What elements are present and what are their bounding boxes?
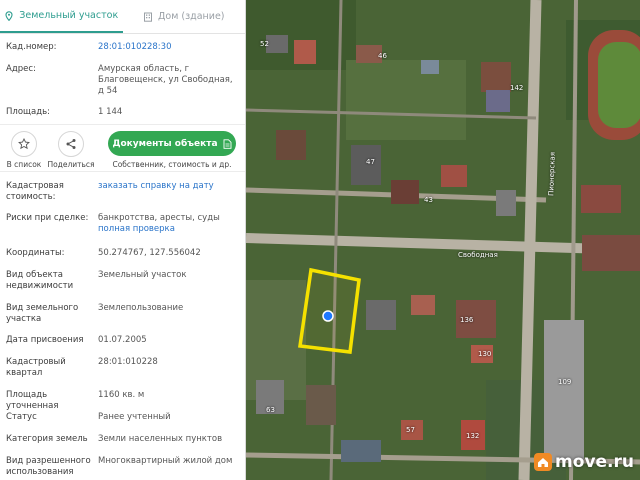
coord-row: Координаты: 50.274767, 127.556042 xyxy=(0,248,245,259)
share-icon xyxy=(66,139,76,149)
quarter-label: Кадастровый квартал xyxy=(6,357,66,378)
date-label: Дата присвоения xyxy=(6,335,84,345)
quarter-row: Кадастровый квартал 28:01:010228 xyxy=(0,357,245,379)
landtype-value: Землепользование xyxy=(98,303,184,313)
risk-label: Риски при сделке: xyxy=(6,213,89,223)
landtype-row: Вид земельного участка Землепользование xyxy=(0,303,245,325)
house-number-label: 52 xyxy=(260,40,269,48)
watermark-text: move.ru xyxy=(555,452,634,472)
risk-value: банкротства, аресты, суды полная проверк… xyxy=(98,213,240,235)
date-value: 01.07.2005 xyxy=(98,335,147,345)
share-button[interactable] xyxy=(58,131,84,157)
type-row: Вид объекта недвижимости Земельный участ… xyxy=(0,270,245,292)
quarter-value: 28:01:010228 xyxy=(98,357,158,367)
object-panel: Земельный участок Дом (здание) Кад.номер… xyxy=(0,0,246,480)
precise-area-value: 1160 кв. м xyxy=(98,390,145,400)
house-number-label: 136 xyxy=(460,316,474,324)
area-value: 1 144 xyxy=(98,107,123,117)
full-check-link[interactable]: полная проверка xyxy=(98,224,240,235)
category-row: Категория земель Земли населенных пункто… xyxy=(0,434,245,445)
category-label: Категория земель xyxy=(6,434,88,444)
tab-building[interactable]: Дом (здание) xyxy=(123,0,246,33)
kad-label: Кад.номер: xyxy=(6,42,57,52)
status-row: Статус Ранее учтенный xyxy=(0,412,245,423)
precise-area-label: Площадь уточненная xyxy=(6,390,59,411)
tab-land[interactable]: Земельный участок xyxy=(0,0,123,33)
usage-value: Многоквартирный жилой дом xyxy=(98,456,233,466)
precise-area-row: Площадь уточненная 1160 кв. м xyxy=(0,390,245,412)
house-number-label: 132 xyxy=(466,432,480,440)
documents-button[interactable]: Документы объекта xyxy=(108,131,236,156)
documents-button-label: Документы объекта xyxy=(112,138,218,149)
landtype-label: Вид земельного участка xyxy=(6,303,79,324)
usage-row: Вид разрешенного использования Многоквар… xyxy=(0,456,245,478)
kad-number-link[interactable]: 28:01:010228:30 xyxy=(98,42,240,53)
favorite-button[interactable] xyxy=(11,131,37,157)
tab-land-label: Земельный участок xyxy=(19,10,119,21)
cost-label: Кадастровая стоимость: xyxy=(6,181,64,202)
parcel-marker xyxy=(322,310,334,322)
type-value: Земельный участок xyxy=(98,270,187,280)
type-label: Вид объекта недвижимости xyxy=(6,270,74,291)
tab-building-label: Дом (здание) xyxy=(157,11,225,22)
map-pin-icon xyxy=(5,10,13,21)
action-strip: В список Поделиться Документы объекта Со… xyxy=(0,124,245,172)
house-number-label: 47 xyxy=(366,158,375,166)
building-icon xyxy=(143,12,152,22)
kad-row: Кад.номер: 28:01:010228:30 xyxy=(0,42,245,53)
risk-text: банкротства, аресты, суды xyxy=(98,213,220,223)
date-row: Дата присвоения 01.07.2005 xyxy=(0,335,245,346)
share-label: Поделиться xyxy=(47,160,95,169)
street-label-svobodnaya: Свободная xyxy=(458,251,498,259)
house-number-label: 46 xyxy=(378,52,387,60)
order-report-link[interactable]: заказать справку на дату xyxy=(98,181,240,203)
star-icon xyxy=(18,138,30,150)
area-label: Площадь: xyxy=(6,107,50,117)
usage-label: Вид разрешенного использования xyxy=(6,456,91,477)
category-value: Земли населенных пунктов xyxy=(98,434,223,444)
status-label: Статус xyxy=(6,412,37,422)
area-row: Площадь: 1 144 xyxy=(0,107,245,118)
map-imagery xyxy=(246,0,640,480)
coord-value: 50.274767, 127.556042 xyxy=(98,248,201,258)
house-number-label: 130 xyxy=(478,350,492,358)
address-label: Адрес: xyxy=(6,64,36,74)
coord-label: Координаты: xyxy=(6,248,65,258)
house-number-label: 57 xyxy=(406,426,415,434)
satellite-map[interactable]: 52 46 142 47 43 136 130 109 63 57 132 Св… xyxy=(246,0,640,480)
object-tabs: Земельный участок Дом (здание) xyxy=(0,0,245,34)
risk-row: Риски при сделке: банкротства, аресты, с… xyxy=(0,213,245,235)
street-label-pionerskaya: Пионерская xyxy=(547,151,557,197)
house-number-label: 109 xyxy=(558,378,572,386)
document-icon xyxy=(223,138,231,149)
documents-subtitle: Собственник, стоимость и др. xyxy=(112,160,232,169)
house-number-label: 43 xyxy=(424,196,433,204)
address-value: Амурская область, г Благовещенск, ул Сво… xyxy=(98,64,233,96)
status-value: Ранее учтенный xyxy=(98,412,171,422)
home-icon xyxy=(534,453,553,471)
house-number-label: 63 xyxy=(266,406,275,414)
house-number-label: 142 xyxy=(510,84,524,92)
cost-row: Кадастровая стоимость: заказать справку … xyxy=(0,181,245,203)
address-row: Адрес: Амурская область, г Благовещенск,… xyxy=(0,64,245,97)
move-watermark: move.ru xyxy=(534,452,634,472)
